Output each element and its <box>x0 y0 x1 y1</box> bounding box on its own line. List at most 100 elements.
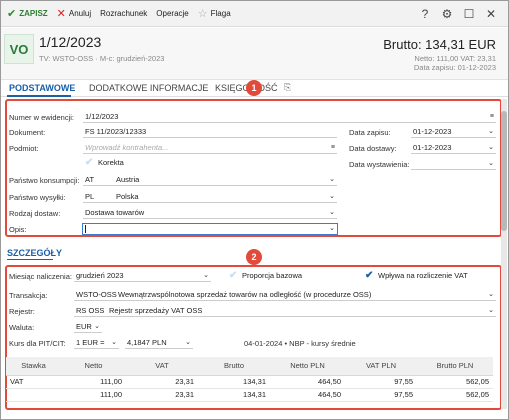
chevron-down-icon: ⌄ <box>488 291 494 298</box>
column-header[interactable]: VAT <box>126 357 198 376</box>
dokument-value: FS 11/2023/12333 <box>85 127 147 136</box>
document-title: 1/12/2023 <box>39 34 102 50</box>
chevron-down-icon: ⌄ <box>329 209 335 216</box>
close-icon: ✕ <box>56 8 66 20</box>
podmiot-field[interactable]: Wprowadź kontrahenta... ≡ <box>83 143 337 154</box>
podmiot-label: Podmiot: <box>9 144 39 153</box>
vat-table: Stawka Netto VAT Brutto Netto PLN VAT PL… <box>6 357 493 402</box>
table-cell: 134,31 <box>198 387 270 402</box>
menu-icon[interactable]: ≡ <box>490 112 494 122</box>
rejestr-code: RS OSS <box>76 306 105 315</box>
waluta-select[interactable]: EUR ⌄ <box>74 322 102 333</box>
transakcja-label: Transakcja: <box>9 291 48 300</box>
data-dostawy-value: 01-12-2023 <box>413 143 452 152</box>
table-row[interactable]: VAT 111,00 23,31 134,31 464,50 97,55 562… <box>6 375 493 389</box>
table-cell: 562,05 <box>417 387 493 402</box>
opis-input[interactable]: ⌄ <box>82 223 338 235</box>
settlement-button[interactable]: Rozrachunek <box>100 9 147 18</box>
netto-vat-summary: Netto: 111,00 VAT: 23,31 <box>414 54 496 63</box>
star-icon: ☆ <box>197 8 208 20</box>
column-header[interactable]: VAT PLN <box>345 357 417 376</box>
panstwo-wysylki-select[interactable]: PL Polska ⌄ <box>83 192 337 203</box>
checkbox-icon: ✔ <box>365 271 374 281</box>
cancel-button[interactable]: ✕ Anuluj <box>57 7 91 20</box>
table-total-row: 111,00 23,31 134,31 464,50 97,55 562,05 <box>6 387 493 402</box>
save-label: ZAPISZ <box>19 9 48 18</box>
dokument-field[interactable]: FS 11/2023/12333 <box>83 127 337 138</box>
brutto-total: Brutto: 134,31 EUR <box>383 37 496 52</box>
window-controls: ? ⚙ ☐ ✕ <box>414 1 502 27</box>
table-header-row: Stawka Netto VAT Brutto Netto PLN VAT PL… <box>6 357 493 376</box>
rejestr-name: Rejestr sprzedaży VAT OSS <box>109 306 203 315</box>
data-zapisu-field[interactable]: 01-12-2023 ⌄ <box>411 127 496 138</box>
close-window-icon[interactable]: ✕ <box>480 7 502 21</box>
waluta-value: EUR <box>76 322 92 331</box>
panstwo-konsumpcji-label: Państwo konsumpcji: <box>9 176 80 185</box>
table-cell: 97,55 <box>345 375 417 389</box>
chevron-down-icon: ⌄ <box>329 176 335 183</box>
rodzaj-select[interactable]: Dostawa towarów ⌄ <box>83 208 337 219</box>
data-zapisu-label: Data zapisu: <box>349 128 391 137</box>
rejestr-label: Rejestr: <box>9 307 35 316</box>
panstwo-konsumpcji-select[interactable]: AT Austria ⌄ <box>83 175 337 186</box>
document-header: VO 1/12/2023 TV: WSTO-OSS · M-c: grudzie… <box>1 28 508 80</box>
chevron-down-icon: ⌄ <box>94 323 100 330</box>
kurs-label: Kurs dla PIT/CIT: <box>9 339 66 348</box>
rejestr-select[interactable]: RS OSS Rejestr sprzedaży VAT OSS ⌄ <box>74 306 496 317</box>
kurs-currency-select[interactable]: 1 EUR = ⌄ <box>74 338 119 349</box>
table-cell: 23,31 <box>126 387 198 402</box>
miesiac-select[interactable]: grudzień 2023 ⌄ <box>74 271 211 282</box>
flag-button[interactable]: ☆ Flaga <box>198 7 231 20</box>
transakcja-select[interactable]: WSTO-OSS Wewnątrzwspólnotowa sprzedaż to… <box>74 290 496 301</box>
window: ✔ ZAPISZ ✕ Anuluj Rozrachunek Operacje ☆… <box>0 0 509 420</box>
save-button[interactable]: ✔ ZAPISZ <box>7 7 48 20</box>
column-header[interactable]: Netto <box>61 357 126 376</box>
attachment-icon[interactable]: ⎘ <box>284 82 291 93</box>
column-header[interactable]: Brutto PLN <box>417 357 493 376</box>
chevron-down-icon: ⌄ <box>488 144 494 151</box>
maximize-icon[interactable]: ☐ <box>458 7 480 21</box>
proporcja-label: Proporcja bazowa <box>242 271 303 280</box>
data-dostawy-label: Data dostawy: <box>349 144 397 153</box>
data-zapisu-value: 01-12-2023 <box>413 127 452 136</box>
checkbox-icon: ✔ <box>85 158 94 168</box>
column-header[interactable]: Stawka <box>6 357 61 376</box>
data-wystawienia-field[interactable]: ⌄ <box>411 159 496 170</box>
panstwo-wysylki-name: Polska <box>116 192 139 201</box>
table-cell: 23,31 <box>126 375 198 389</box>
panstwo-konsumpcji-name: Austria <box>116 175 140 184</box>
gear-icon[interactable]: ⚙ <box>436 7 458 21</box>
numer-label: Numer w ewidencji: <box>9 113 75 122</box>
transakcja-name: Wewnątrzwspólnotowa sprzedaż towarów na … <box>118 290 372 299</box>
kurs-value-field[interactable]: 4,1847 PLN ⌄ <box>125 338 193 349</box>
kurs-value: 4,1847 PLN <box>127 338 167 347</box>
panstwo-wysylki-label: Państwo wysyłki: <box>9 193 66 202</box>
chevron-down-icon: ⌄ <box>111 339 117 346</box>
check-icon: ✔ <box>7 8 17 20</box>
numer-field[interactable]: 1/12/2023 ≡ <box>83 112 496 123</box>
column-header[interactable]: Brutto <box>198 357 270 376</box>
help-icon[interactable]: ? <box>414 7 436 21</box>
scrollbar-thumb[interactable] <box>501 111 507 231</box>
tab-podstawowe[interactable]: PODSTAWOWE <box>9 83 75 93</box>
data-dostawy-field[interactable]: 01-12-2023 ⌄ <box>411 143 496 154</box>
korekta-checkbox[interactable]: ✔ Korekta <box>83 158 203 169</box>
settlement-label: Rozrachunek <box>100 9 148 18</box>
operations-button[interactable]: Operacje <box>156 9 188 18</box>
column-header[interactable]: Netto PLN <box>270 357 345 376</box>
wplywa-checkbox[interactable]: ✔ Wpływa na rozliczenie VAT <box>363 271 498 282</box>
proporcja-checkbox[interactable]: ✔ Proporcja bazowa <box>227 271 337 282</box>
table-cell <box>6 387 61 402</box>
tab-dodatkowe-informacje[interactable]: DODATKOWE INFORMACJE <box>89 83 208 93</box>
menu-icon[interactable]: ≡ <box>331 143 335 153</box>
waluta-label: Waluta: <box>9 323 35 332</box>
chevron-down-icon: ⌄ <box>329 225 335 232</box>
korekta-label: Korekta <box>98 158 124 167</box>
table-cell: 97,55 <box>345 387 417 402</box>
chevron-down-icon: ⌄ <box>488 160 494 167</box>
table-cell: 111,00 <box>61 387 126 402</box>
table-cell: 562,05 <box>417 375 493 389</box>
miesiac-value: grudzień 2023 <box>76 271 124 280</box>
annotation-marker-2: 2 <box>246 249 262 265</box>
document-subtitle: TV: WSTO-OSS · M-c: grudzień-2023 <box>39 54 165 63</box>
